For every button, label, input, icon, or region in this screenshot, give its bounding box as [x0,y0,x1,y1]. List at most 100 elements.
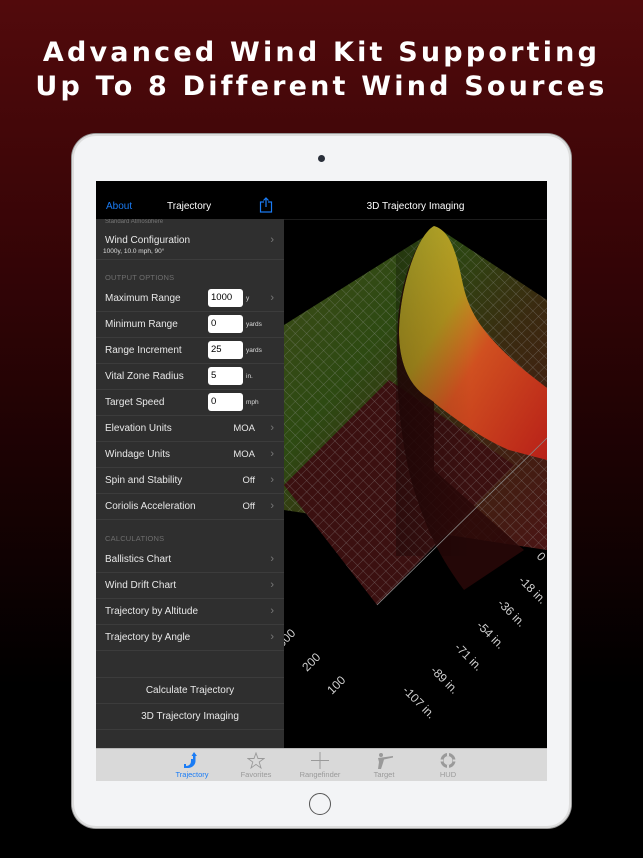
output-options-header: OUTPUT OPTIONS [105,273,175,282]
trajectory-altitude-label: Trajectory by Altitude [105,606,199,617]
trajectory-angle-row[interactable]: Trajectory by Angle › [96,625,284,651]
camera-icon [318,155,325,162]
chevron-right-icon: › [270,500,274,512]
coriolis-row[interactable]: Coriolis Acceleration Off › [96,494,284,520]
calculations-header: CALCULATIONS [105,534,165,543]
spin-stability-label: Spin and Stability [105,475,183,486]
3d-imaging-label: 3D Trajectory Imaging [141,711,239,722]
tab-trajectory-label: Trajectory [175,770,209,779]
3d-trajectory-plot[interactable]: 100 200 300 0 -18 in. -36 in. -54 in. -7… [284,220,547,748]
ballistics-chart-label: Ballistics Chart [105,554,172,565]
range-increment-unit: yards [246,347,262,354]
minimum-range-label: Minimum Range [105,319,178,330]
home-button[interactable] [309,793,331,815]
tab-hud-label: HUD [439,770,457,779]
chevron-right-icon: › [270,605,274,617]
chevron-right-icon: › [270,631,274,643]
tab-trajectory[interactable]: Trajectory [162,749,222,781]
coriolis-label: Coriolis Acceleration [105,501,196,512]
app-screen: About Trajectory Standard Atmosphere Win… [96,181,547,781]
elevation-units-value: MOA [233,423,255,434]
wind-drift-chart-label: Wind Drift Chart [105,580,177,591]
imaging-title: 3D Trajectory Imaging [366,201,465,212]
tab-hud[interactable]: HUD [418,749,478,781]
maximum-range-row[interactable]: Maximum Range 1000 y › [96,286,284,312]
chevron-right-icon: › [270,234,274,246]
windage-units-row[interactable]: Windage Units MOA › [96,442,284,468]
chevron-right-icon: › [270,422,274,434]
vital-zone-radius-input[interactable]: 5 [208,367,243,385]
share-icon[interactable] [259,197,273,213]
spin-stability-row[interactable]: Spin and Stability Off › [96,468,284,494]
wind-configuration-subtitle: 1000y, 10.0 mph, 90° [103,248,165,255]
drop-label-36: -36 in. [495,596,528,629]
windage-units-value: MOA [233,449,255,460]
target-speed-label: Target Speed [105,397,165,408]
chevron-right-icon: › [270,292,274,304]
left-nav-title: Trajectory [167,201,212,212]
ipad-frame: About Trajectory Standard Atmosphere Win… [72,134,571,828]
maximum-range-unit: y [246,295,250,302]
hud-ring-icon [439,752,457,769]
range-increment-input[interactable]: 25 [208,341,243,359]
minimum-range-input[interactable]: 0 [208,315,243,333]
tab-rangefinder[interactable]: Rangefinder [290,749,350,781]
target-speed-row: Target Speed 0 mph [96,390,284,416]
chevron-right-icon: › [270,579,274,591]
star-icon [247,752,265,769]
about-button[interactable]: About [106,201,132,212]
tab-favorites[interactable]: Favorites [226,749,286,781]
wind-configuration-label: Wind Configuration [105,235,191,246]
calculate-trajectory-label: Calculate Trajectory [145,685,235,696]
range-label-300: 300 [284,626,299,650]
drop-label-107: -107 in. [400,683,438,721]
promo-headline: Advanced Wind Kit Supporting Up To 8 Dif… [0,36,643,104]
left-navbar: About Trajectory Standard Atmosphere [96,181,284,223]
crosshair-icon [311,752,329,769]
spin-stability-value: Off [242,475,256,486]
maximum-range-input[interactable]: 1000 [208,289,243,307]
coriolis-value: Off [242,501,256,512]
drop-label-71: -71 in. [452,640,485,673]
wind-drift-chart-row[interactable]: Wind Drift Chart › [96,573,284,599]
settings-panel: About Trajectory Standard Atmosphere Win… [96,181,284,748]
trajectory-altitude-row[interactable]: Trajectory by Altitude › [96,599,284,625]
trajectory-icon [184,752,197,768]
chevron-right-icon: › [270,474,274,486]
drop-label-54: -54 in. [474,618,507,651]
calculate-trajectory-button[interactable]: Calculate Trajectory [96,678,284,704]
imaging-panel: 3D Trajectory Imaging 100 200 300 0 -18 … [284,181,547,748]
3d-imaging-button[interactable]: 3D Trajectory Imaging [96,704,284,730]
range-label-100: 100 [324,673,348,697]
range-label-200: 200 [299,650,323,674]
headline-line-1: Advanced Wind Kit Supporting [42,37,601,68]
drop-label-89: -89 in. [428,663,461,696]
ridge-shading [396,226,547,556]
tab-bar: Trajectory Favorites Rangefinder Target … [96,748,547,781]
vital-zone-radius-unit: in. [246,373,253,380]
range-increment-row: Range Increment 25 yards [96,338,284,364]
trajectory-angle-label: Trajectory by Angle [105,632,191,643]
tab-target[interactable]: Target [354,749,414,781]
rifle-shooter-icon [378,753,393,769]
maximum-range-label: Maximum Range [105,293,181,304]
minimum-range-unit: yards [246,321,262,328]
tab-favorites-label: Favorites [240,770,272,779]
chevron-right-icon: › [270,448,274,460]
drop-label-18: -18 in. [516,573,547,606]
target-speed-unit: mph [246,399,259,406]
windage-units-label: Windage Units [105,449,171,460]
tab-target-label: Target [373,770,395,779]
elevation-units-label: Elevation Units [105,423,172,434]
vital-zone-radius-row: Vital Zone Radius 5 in. [96,364,284,390]
vital-zone-radius-label: Vital Zone Radius [105,371,184,382]
minimum-range-row: Minimum Range 0 yards [96,312,284,338]
headline-line-2: Up To 8 Different Wind Sources [35,71,608,102]
chevron-right-icon: › [270,553,274,565]
ballistics-chart-row[interactable]: Ballistics Chart › [96,547,284,573]
target-speed-input[interactable]: 0 [208,393,243,411]
tab-rangefinder-label: Rangefinder [299,770,341,779]
elevation-units-row[interactable]: Elevation Units MOA › [96,416,284,442]
wind-configuration-row[interactable]: Wind Configuration 1000y, 10.0 mph, 90° … [96,223,284,260]
range-increment-label: Range Increment [105,345,182,356]
